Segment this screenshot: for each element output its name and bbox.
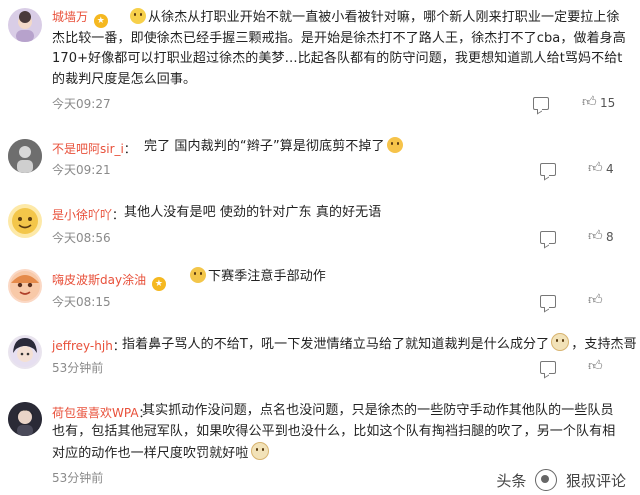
reply-icon	[533, 97, 549, 110]
comment-body: 指着鼻子骂人的不给T，吼一下发泄情绪立马给了就知道裁判是什么成分了	[122, 337, 550, 352]
like-button[interactable]: 👍︎ 4	[588, 160, 628, 177]
reply-icon	[540, 163, 556, 176]
like-count: 8	[606, 230, 614, 244]
timestamp: 53分钟前	[52, 471, 104, 485]
thumbs-up-icon: 👍︎	[588, 358, 603, 374]
crying-emoji-icon	[386, 137, 403, 153]
watermark-left: 头条	[496, 472, 527, 490]
like-button[interactable]: 👍︎ 8	[588, 228, 628, 245]
timestamp: 今天09:27	[52, 97, 111, 111]
avatar[interactable]	[8, 402, 42, 436]
watermark-right: 狠叔评论	[565, 472, 626, 490]
dog-emoji-icon	[551, 333, 570, 351]
reply-icon	[540, 361, 556, 374]
comment-body: 下赛季注意手部动作	[208, 269, 326, 284]
smile-emoji-icon	[130, 8, 146, 24]
timestamp: 今天08:15	[52, 295, 111, 309]
thumbs-up-icon: 👍︎	[588, 292, 603, 308]
dog-emoji-icon	[250, 442, 269, 460]
timestamp: 53分钟前	[52, 361, 104, 375]
avatar[interactable]	[8, 139, 42, 173]
thumbs-up-icon: 👍︎	[588, 228, 603, 244]
like-button[interactable]: 👍︎	[588, 292, 628, 309]
comment-text: 指着鼻子骂人的不给T，吼一下发泄情绪立马给了就知道裁判是什么成分了 ，支持杰哥	[52, 333, 637, 356]
reply-icon	[540, 295, 556, 308]
comment-text: 从徐杰从打职业开始不就一直被小看被针对嘛，哪个新人刚来打职业一定要拉上徐杰比较一…	[52, 8, 630, 90]
avatar[interactable]	[8, 204, 42, 238]
like-button[interactable]: 👍︎	[588, 358, 628, 375]
timestamp: 今天09:21	[52, 163, 111, 177]
comment-body-tail: ，支持杰哥	[571, 337, 637, 352]
like-count: 15	[600, 96, 616, 110]
emoji-icon	[190, 267, 206, 283]
camera-icon	[535, 469, 558, 491]
reply-button[interactable]	[533, 95, 553, 111]
reply-button[interactable]	[540, 161, 560, 177]
like-button[interactable]: 👍︎ 15	[582, 94, 622, 111]
reply-icon	[540, 231, 556, 244]
comment-body: 其他人没有是吧 使劲的针对广东 真的好无语	[124, 205, 382, 220]
reply-button[interactable]	[540, 359, 560, 375]
avatar[interactable]	[8, 8, 42, 42]
comment-text: 其他人没有是吧 使劲的针对广东 真的好无语	[52, 203, 630, 224]
comment-body: 完了 国内裁判的“辫子”算是彻底剪不掉了	[144, 139, 385, 154]
comment-text: 完了 国内裁判的“辫子”算是彻底剪不掉了	[52, 137, 630, 158]
comment-text: 其实抓动作没问题，点名也没问题，只是徐杰的一些防守手动作其他队的一些队员也有，包…	[52, 401, 624, 465]
avatar[interactable]	[8, 335, 42, 369]
avatar[interactable]	[8, 269, 42, 303]
watermark: 头条 狠叔评论	[496, 469, 626, 491]
comment-body: 其实抓动作没问题，点名也没问题，只是徐杰的一些防守手动作其他队的一些队员也有，包…	[52, 403, 616, 461]
reply-button[interactable]	[540, 293, 560, 309]
comment-text: 下赛季注意手部动作	[52, 267, 630, 288]
reply-button[interactable]	[540, 229, 560, 245]
like-count: 4	[606, 162, 614, 176]
thumbs-up-icon: 👍︎	[582, 94, 597, 110]
thumbs-up-icon: 👍︎	[588, 160, 603, 176]
timestamp: 今天08:56	[52, 231, 111, 245]
